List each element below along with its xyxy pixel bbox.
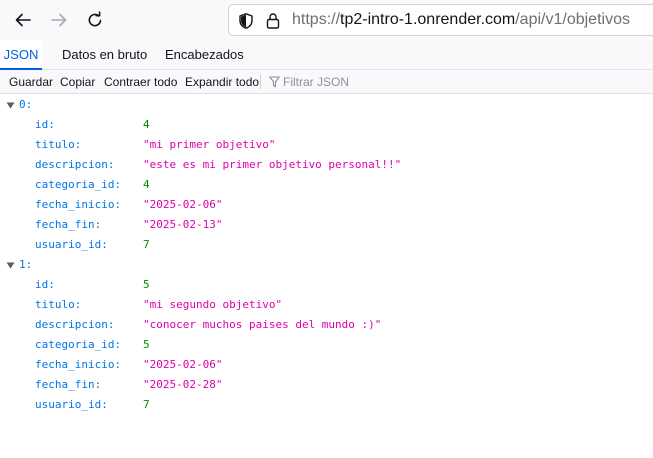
property-key: titulo:	[35, 298, 82, 311]
property-key: categoria_id:	[35, 178, 122, 191]
table-row[interactable]: fecha_inicio: "2025-02-06"	[0, 355, 653, 375]
property-value: "2025-02-06"	[143, 358, 223, 371]
property-value: "2025-02-06"	[143, 198, 223, 211]
triangle-down-icon[interactable]	[6, 262, 15, 269]
tab-headers[interactable]: Encabezados	[165, 40, 244, 70]
url-host: tp2-intro-1.onrender.com	[340, 11, 516, 28]
table-row[interactable]: descripcion: "este es mi primer objetivo …	[0, 155, 653, 175]
arrow-left-icon	[15, 13, 31, 27]
table-row[interactable]: categoria_id: 5	[0, 335, 653, 355]
funnel-icon	[269, 76, 280, 88]
property-value: 7	[143, 398, 150, 411]
property-value: 5	[143, 278, 150, 291]
property-value: 4	[143, 118, 150, 131]
property-value: "este es mi primer objetivo personal!!"	[143, 158, 402, 171]
copy-button[interactable]: Copiar	[60, 70, 95, 94]
property-key: usuario_id:	[35, 238, 108, 251]
table-row[interactable]: fecha_inicio: "2025-02-06"	[0, 195, 653, 215]
property-key: fecha_fin:	[35, 378, 102, 391]
save-button[interactable]: Guardar	[9, 70, 53, 94]
triangle-down-icon[interactable]	[6, 102, 15, 109]
table-row[interactable]: titulo: "mi primer objetivo"	[0, 135, 653, 155]
toolbar-divider	[260, 75, 261, 89]
property-key: id:	[35, 278, 55, 291]
viewer-tabs: JSON Datos en bruto Encabezados	[0, 40, 653, 70]
property-key: fecha_fin:	[35, 218, 102, 231]
table-row[interactable]: fecha_fin: "2025-02-28"	[0, 375, 653, 395]
tab-json[interactable]: JSON	[0, 40, 42, 70]
property-value: 4	[143, 178, 150, 191]
browser-toolbar: https://tp2-intro-1.onrender.com/api/v1/…	[0, 0, 653, 40]
property-key: fecha_inicio:	[35, 198, 122, 211]
property-key: titulo:	[35, 138, 82, 151]
property-value: "mi segundo objetivo"	[143, 298, 283, 311]
property-value: "2025-02-13"	[143, 218, 223, 231]
forward-button[interactable]	[45, 6, 73, 34]
property-key: descripcion:	[35, 158, 115, 171]
json-tree: 0: id: 4 titulo: "mi primer objetivo" desc…	[0, 95, 653, 415]
property-value: "conocer muchos paises del mundo :)"	[143, 318, 382, 331]
property-key: id:	[35, 118, 55, 131]
table-row[interactable]: descripcion: "conocer muchos paises del m…	[0, 315, 653, 335]
tree-item-0[interactable]: 0:	[0, 95, 653, 115]
json-toolbar: Guardar Copiar Contraer todo Expandir to…	[0, 70, 653, 94]
reload-button[interactable]	[81, 6, 109, 34]
collapse-all-button[interactable]: Contraer todo	[104, 70, 177, 94]
item-index-label: 0:	[19, 98, 33, 111]
property-value: "mi primer objetivo"	[143, 138, 276, 151]
back-button[interactable]	[9, 6, 37, 34]
shield-icon[interactable]	[237, 12, 255, 30]
url-text[interactable]: https://tp2-intro-1.onrender.com/api/v1/…	[292, 11, 630, 29]
tab-raw-data[interactable]: Datos en bruto	[62, 40, 147, 70]
url-path: /api/v1/objetivos	[515, 11, 630, 28]
table-row[interactable]: usuario_id: 7	[0, 395, 653, 415]
expand-all-button[interactable]: Expandir todo	[185, 70, 259, 94]
property-key: usuario_id:	[35, 398, 108, 411]
item-index-label: 1:	[19, 258, 33, 271]
property-key: descripcion:	[35, 318, 115, 331]
table-row[interactable]: id: 5	[0, 275, 653, 295]
table-row[interactable]: categoria_id: 4	[0, 175, 653, 195]
property-value: 7	[143, 238, 150, 251]
arrow-right-icon	[51, 13, 67, 27]
property-value: 5	[143, 338, 150, 351]
table-row[interactable]: id: 4	[0, 115, 653, 135]
property-key: categoria_id:	[35, 338, 122, 351]
url-scheme: https://	[292, 11, 341, 28]
tree-item-1[interactable]: 1:	[0, 255, 653, 275]
url-bar[interactable]: https://tp2-intro-1.onrender.com/api/v1/…	[228, 4, 653, 36]
reload-icon	[88, 11, 102, 27]
table-row[interactable]: usuario_id: 7	[0, 235, 653, 255]
table-row[interactable]: fecha_fin: "2025-02-13"	[0, 215, 653, 235]
lock-icon[interactable]	[265, 12, 281, 30]
filter-json-input[interactable]	[283, 70, 483, 94]
property-value: "2025-02-28"	[143, 378, 223, 391]
table-row[interactable]: titulo: "mi segundo objetivo"	[0, 295, 653, 315]
property-key: fecha_inicio:	[35, 358, 122, 371]
